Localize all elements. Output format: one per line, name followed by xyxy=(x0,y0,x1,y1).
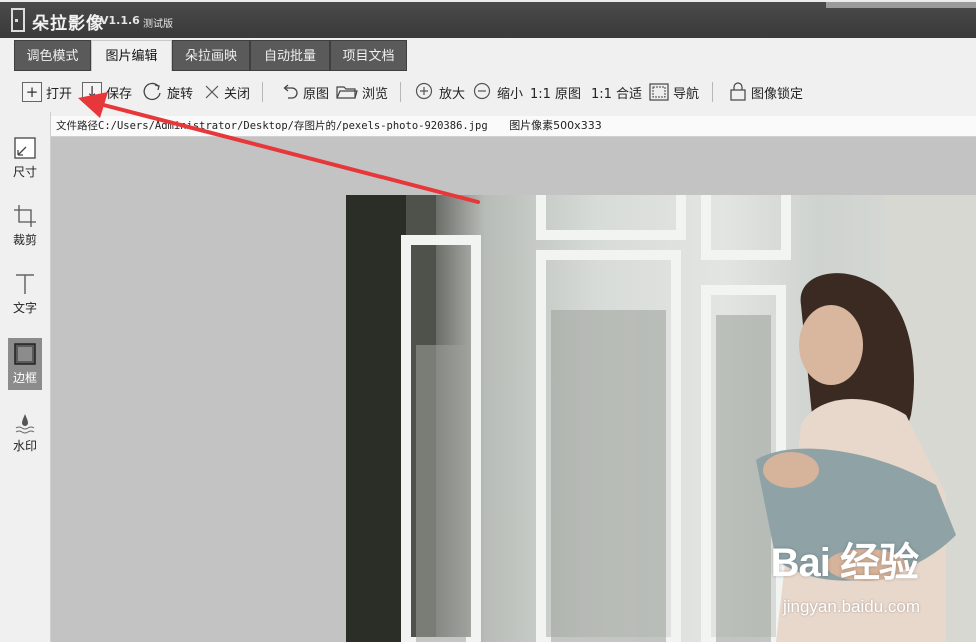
baidu-watermark: Bai 经验 xyxy=(770,541,919,585)
crop-icon xyxy=(14,205,36,227)
navigate-label: 导航 xyxy=(673,86,700,102)
tab-auto-batch[interactable]: 自动批量 xyxy=(250,40,330,71)
title-bar-edge xyxy=(826,2,976,8)
tab-color-mode[interactable]: 调色模式 xyxy=(14,40,91,71)
border-icon xyxy=(14,343,36,365)
app-edition: 测试版 xyxy=(143,19,173,30)
zoom-out-icon xyxy=(473,82,491,100)
close-label: 关闭 xyxy=(224,86,251,102)
save-label: 保存 xyxy=(106,86,133,102)
original-label: 原图 xyxy=(303,86,330,102)
close-button[interactable]: 关闭 xyxy=(204,80,250,104)
image-lock-label: 图像锁定 xyxy=(751,86,804,102)
curtain xyxy=(346,195,406,642)
sidebar-item-crop[interactable]: 裁剪 xyxy=(8,200,42,252)
text-icon xyxy=(16,274,34,294)
close-icon xyxy=(205,85,219,99)
toolbar-separator xyxy=(400,82,401,102)
zoom-in-icon xyxy=(415,82,433,100)
original-button[interactable]: 原图 xyxy=(279,80,329,104)
file-path: 文件路径C:/Users/Administrator/Desktop/存图片的/… xyxy=(56,120,488,132)
rotate-icon xyxy=(143,82,161,101)
plus-icon: + xyxy=(22,82,42,102)
rotate-button[interactable]: 旋转 xyxy=(141,80,193,104)
sidebar-item-resize[interactable]: 尺寸 xyxy=(8,132,42,184)
resize-icon xyxy=(14,137,36,159)
sidebar-item-label: 文字 xyxy=(12,301,37,315)
window-panes xyxy=(416,310,771,642)
toolbar-separator xyxy=(262,82,263,102)
rotate-label: 旋转 xyxy=(167,86,194,102)
zoom-out-button[interactable]: 缩小 xyxy=(473,80,523,104)
app-name: 朵拉影像 xyxy=(32,14,104,34)
navigator-icon xyxy=(649,83,669,101)
watermark-icon xyxy=(15,414,35,434)
title-bar: 朵拉影像 V1.1.6 测试版 xyxy=(0,0,976,38)
save-button[interactable]: ↓ 保存 xyxy=(82,80,132,104)
undo-icon xyxy=(283,84,298,99)
tab-image-edit[interactable]: 图片编辑 xyxy=(91,40,172,71)
lock-icon xyxy=(730,82,746,101)
fit-size-button[interactable]: 1:1 合适 xyxy=(591,80,642,104)
baidu-watermark-url: jingyan.baidu.com xyxy=(782,597,920,616)
fit-size-label: 1:1 合适 xyxy=(591,86,643,102)
tab-project-docs[interactable]: 项目文档 xyxy=(330,40,407,71)
sidebar-item-watermark[interactable]: 水印 xyxy=(8,406,42,458)
open-label: 打开 xyxy=(46,86,73,102)
sidebar-item-label: 裁剪 xyxy=(12,233,37,247)
image-pixels: 图片像素500x333 xyxy=(509,119,602,132)
zoom-in-label: 放大 xyxy=(439,86,466,102)
open-button[interactable]: + 打开 xyxy=(22,80,72,104)
toolbar: + 打开 ↓ 保存 旋转 关闭 原图 浏览 放大 缩小 1:1 原图 1:1 合… xyxy=(0,72,976,112)
sidebar-item-label: 边框 xyxy=(12,371,37,385)
browse-label: 浏览 xyxy=(362,86,389,102)
sidebar-item-label: 水印 xyxy=(12,439,37,453)
actual-size-label: 1:1 原图 xyxy=(530,86,582,102)
image-lock-button[interactable]: 图像锁定 xyxy=(729,80,803,104)
zoom-out-label: 缩小 xyxy=(497,86,524,102)
browse-button[interactable]: 浏览 xyxy=(336,80,388,104)
app-version: V1.1.6 xyxy=(100,14,140,27)
sidebar-item-border[interactable]: 边框 xyxy=(8,338,42,390)
file-info-bar: 文件路径C:/Users/Administrator/Desktop/存图片的/… xyxy=(50,116,976,137)
app-logo-icon xyxy=(11,8,25,32)
actual-size-button[interactable]: 1:1 原图 xyxy=(530,80,581,104)
sidebar-item-text[interactable]: 文字 xyxy=(8,268,42,320)
left-sidebar: 尺寸 裁剪 文字 边框 水印 xyxy=(0,112,51,642)
download-arrow-icon: ↓ xyxy=(82,82,102,102)
zoom-in-button[interactable]: 放大 xyxy=(415,80,465,104)
toolbar-separator xyxy=(712,82,713,102)
tab-dora-slideshow[interactable]: 朵拉画映 xyxy=(172,40,250,71)
folder-icon xyxy=(336,86,358,99)
sidebar-item-label: 尺寸 xyxy=(12,165,37,179)
navigate-button[interactable]: 导航 xyxy=(649,80,699,104)
